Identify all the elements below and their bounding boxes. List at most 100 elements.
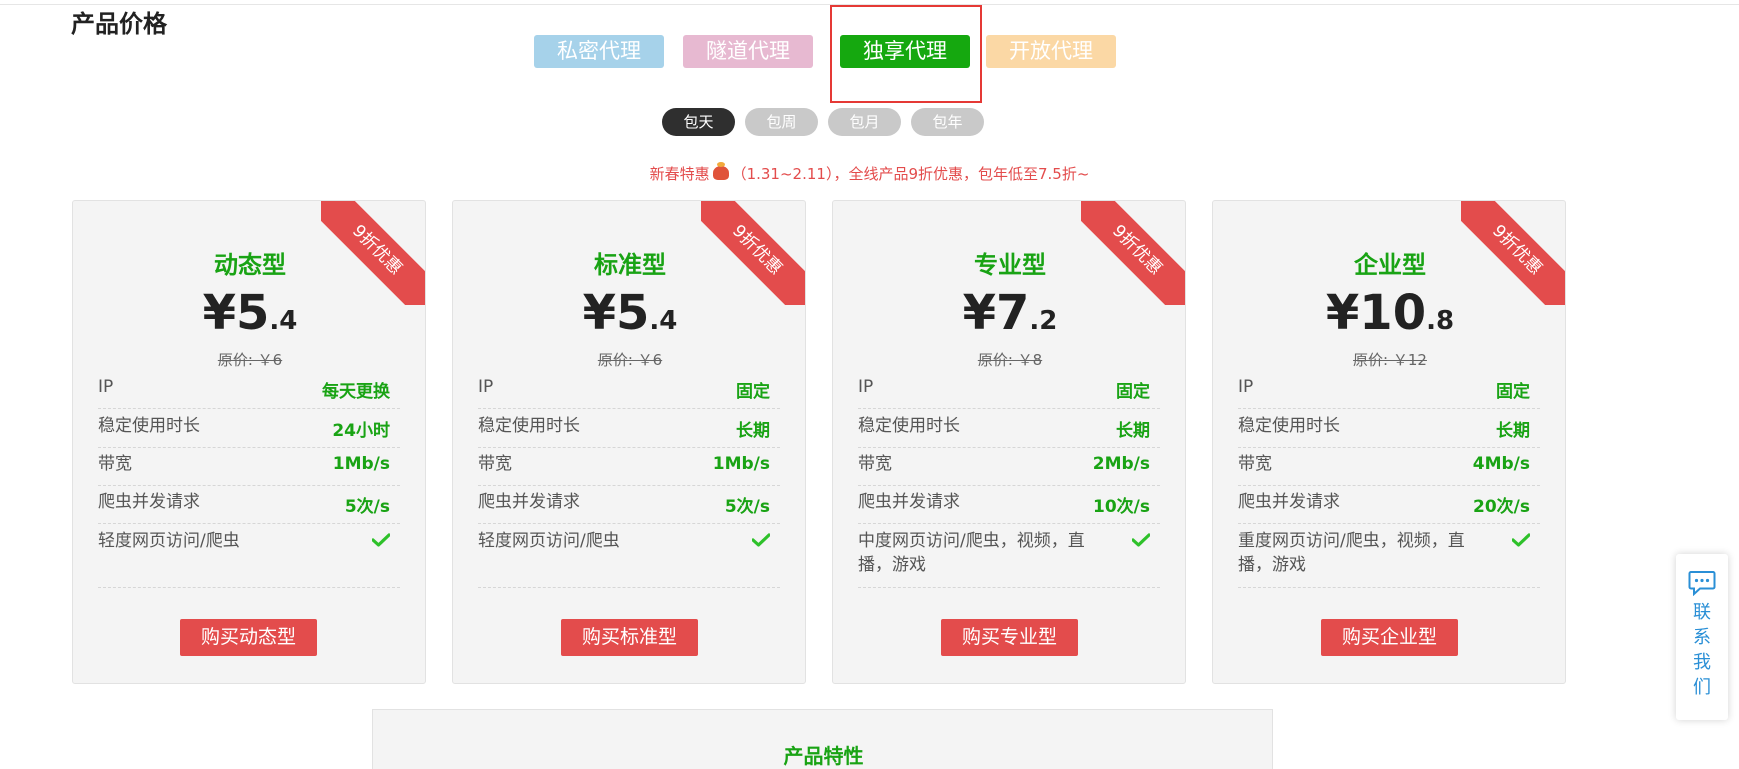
period-tab-year[interactable]: 包年 bbox=[911, 108, 984, 136]
feature-value: 10次/s bbox=[1093, 497, 1150, 517]
plan-price: ¥7.2 bbox=[833, 285, 1185, 341]
check-icon bbox=[1132, 533, 1150, 547]
lantern-icon bbox=[712, 162, 729, 180]
period-tab-day[interactable]: 包天 bbox=[662, 108, 735, 136]
feature-value: 20次/s bbox=[1473, 497, 1530, 517]
feature-row: 爬虫并发请求 10次/s bbox=[858, 490, 1160, 524]
feature-value: 长期 bbox=[1116, 421, 1150, 441]
feature-row: 轻度网页访问/爬虫 bbox=[478, 529, 780, 588]
feature-row: 带宽 1Mb/s bbox=[478, 452, 780, 486]
plan-price: ¥10.8 bbox=[1213, 285, 1565, 341]
contact-char: 们 bbox=[1693, 677, 1711, 698]
contact-label: 联 系 我 们 bbox=[1676, 600, 1728, 700]
buy-enterprise-button[interactable]: 购买企业型 bbox=[1321, 619, 1458, 656]
buy-standard-button[interactable]: 购买标准型 bbox=[561, 619, 698, 656]
feature-label: IP bbox=[98, 377, 114, 397]
plan-card-enterprise: 9折优惠 企业型 ¥10.8 原价: ￥12 IP 固定 稳定使用时长 长期 带宽 4… bbox=[1212, 200, 1566, 684]
price-integer: ¥5 bbox=[582, 285, 650, 341]
price-decimal: .4 bbox=[269, 306, 298, 336]
feature-value: 固定 bbox=[1116, 382, 1150, 402]
promo-banner: 新春特惠 （1.31~2.11），全线产品9折优惠，包年低至7.5折~ bbox=[0, 162, 1739, 184]
check-icon bbox=[1512, 533, 1530, 547]
feature-value: 1Mb/s bbox=[712, 454, 770, 474]
feature-label: 带宽 bbox=[98, 454, 132, 474]
feature-label: 爬虫并发请求 bbox=[98, 492, 200, 512]
feature-row: 爬虫并发请求 5次/s bbox=[98, 490, 400, 524]
price-integer: ¥5 bbox=[202, 285, 270, 341]
period-tab-week[interactable]: 包周 bbox=[745, 108, 818, 136]
feature-row: 爬虫并发请求 20次/s bbox=[1238, 490, 1540, 524]
product-features-section: 产品特性 bbox=[372, 709, 1273, 769]
plan-name: 标准型 bbox=[594, 251, 666, 279]
original-price: 原价: ￥8 bbox=[977, 351, 1043, 369]
original-price: 原价: ￥6 bbox=[597, 351, 663, 369]
plan-name: 专业型 bbox=[974, 251, 1046, 279]
feature-value: 5次/s bbox=[724, 497, 770, 517]
feature-value: 24小时 bbox=[332, 421, 390, 441]
feature-row: 带宽 2Mb/s bbox=[858, 452, 1160, 486]
plan-card-professional: 9折优惠 专业型 ¥7.2 原价: ￥8 IP 固定 稳定使用时长 长期 带宽 2Mb… bbox=[832, 200, 1186, 684]
feature-value: 1Mb/s bbox=[332, 454, 390, 474]
features-title: 产品特性 bbox=[783, 744, 864, 768]
check-icon bbox=[752, 533, 770, 547]
contact-us-widget[interactable]: 联 系 我 们 bbox=[1676, 554, 1728, 720]
feature-row: 带宽 4Mb/s bbox=[1238, 452, 1540, 486]
original-price: 原价: ￥12 bbox=[1353, 351, 1427, 369]
feature-value: 固定 bbox=[736, 382, 770, 402]
buy-professional-button[interactable]: 购买专业型 bbox=[941, 619, 1078, 656]
feature-label: 稳定使用时长 bbox=[478, 416, 580, 436]
feature-value: 长期 bbox=[1496, 421, 1530, 441]
feature-row: 稳定使用时长 24小时 bbox=[98, 414, 400, 448]
check-icon bbox=[372, 533, 390, 547]
plan-price: ¥5.4 bbox=[73, 285, 425, 341]
feature-value: 5次/s bbox=[344, 497, 390, 517]
section-title: 产品价格 bbox=[71, 10, 167, 38]
billing-period-tabs: 包天 包周 包月 包年 bbox=[0, 108, 1739, 136]
promo-text-end: （1.31~2.11），全线产品9折优惠，包年低至7.5折~ bbox=[731, 165, 1090, 183]
feature-label: 爬虫并发请求 bbox=[1238, 492, 1340, 512]
feature-label: 重度网页访问/爬虫，视频，直播，游戏 bbox=[1238, 531, 1465, 575]
promo-text-start: 新春特惠 bbox=[649, 165, 710, 183]
buy-dynamic-button[interactable]: 购买动态型 bbox=[180, 619, 317, 656]
feature-label: 带宽 bbox=[1238, 454, 1272, 474]
period-tab-month[interactable]: 包月 bbox=[828, 108, 901, 136]
contact-char: 系 bbox=[1693, 627, 1711, 648]
selected-tab-highlight bbox=[830, 5, 982, 103]
feature-row: IP 每天更换 bbox=[98, 375, 400, 409]
plan-price: ¥5.4 bbox=[453, 285, 805, 341]
feature-label: 稳定使用时长 bbox=[858, 416, 960, 436]
tab-tunnel-proxy[interactable]: 隧道代理 bbox=[683, 35, 813, 68]
feature-row: 带宽 1Mb/s bbox=[98, 452, 400, 486]
feature-label: 稳定使用时长 bbox=[98, 416, 200, 436]
feature-row: 重度网页访问/爬虫，视频，直播，游戏 bbox=[1238, 529, 1540, 588]
tab-open-proxy[interactable]: 开放代理 bbox=[986, 35, 1116, 68]
tab-private-proxy[interactable]: 私密代理 bbox=[534, 35, 664, 68]
price-decimal: .8 bbox=[1426, 306, 1455, 336]
feature-label: 带宽 bbox=[858, 454, 892, 474]
feature-row: IP 固定 bbox=[478, 375, 780, 409]
feature-label: IP bbox=[1238, 377, 1254, 397]
feature-value: 4Mb/s bbox=[1472, 454, 1530, 474]
feature-row: 稳定使用时长 长期 bbox=[858, 414, 1160, 448]
chat-bubble-icon bbox=[1688, 571, 1716, 596]
feature-value: 长期 bbox=[736, 421, 770, 441]
plan-card-dynamic: 9折优惠 动态型 ¥5.4 原价: ￥6 IP 每天更换 稳定使用时长 24小时 带… bbox=[72, 200, 426, 684]
contact-char: 我 bbox=[1693, 652, 1711, 673]
feature-row: IP 固定 bbox=[858, 375, 1160, 409]
original-price: 原价: ￥6 bbox=[217, 351, 283, 369]
feature-label: 爬虫并发请求 bbox=[478, 492, 580, 512]
feature-value: 2Mb/s bbox=[1092, 454, 1150, 474]
feature-label: 爬虫并发请求 bbox=[858, 492, 960, 512]
feature-label: 带宽 bbox=[478, 454, 512, 474]
plan-name: 动态型 bbox=[214, 251, 286, 279]
feature-row: IP 固定 bbox=[1238, 375, 1540, 409]
price-decimal: .4 bbox=[649, 306, 678, 336]
plan-name: 企业型 bbox=[1354, 251, 1426, 279]
price-integer: ¥10 bbox=[1325, 285, 1427, 341]
price-integer: ¥7 bbox=[962, 285, 1030, 341]
feature-label: IP bbox=[858, 377, 874, 397]
contact-char: 联 bbox=[1693, 602, 1711, 623]
feature-label: 稳定使用时长 bbox=[1238, 416, 1340, 436]
feature-label: 轻度网页访问/爬虫 bbox=[478, 531, 620, 551]
feature-row: 轻度网页访问/爬虫 bbox=[98, 529, 400, 588]
